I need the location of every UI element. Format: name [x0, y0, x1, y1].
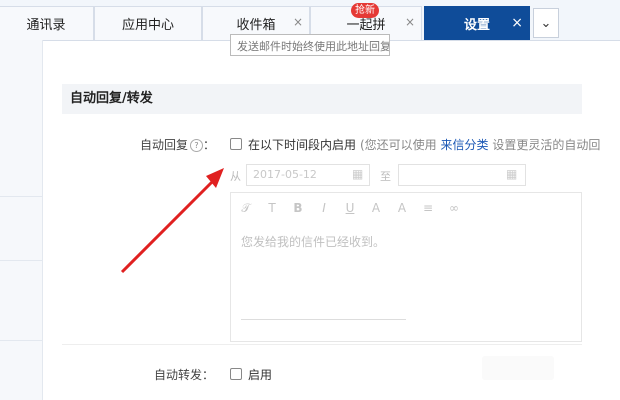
red-arrow-line: [120, 178, 216, 274]
annotation-overlay: [120, 168, 224, 274]
